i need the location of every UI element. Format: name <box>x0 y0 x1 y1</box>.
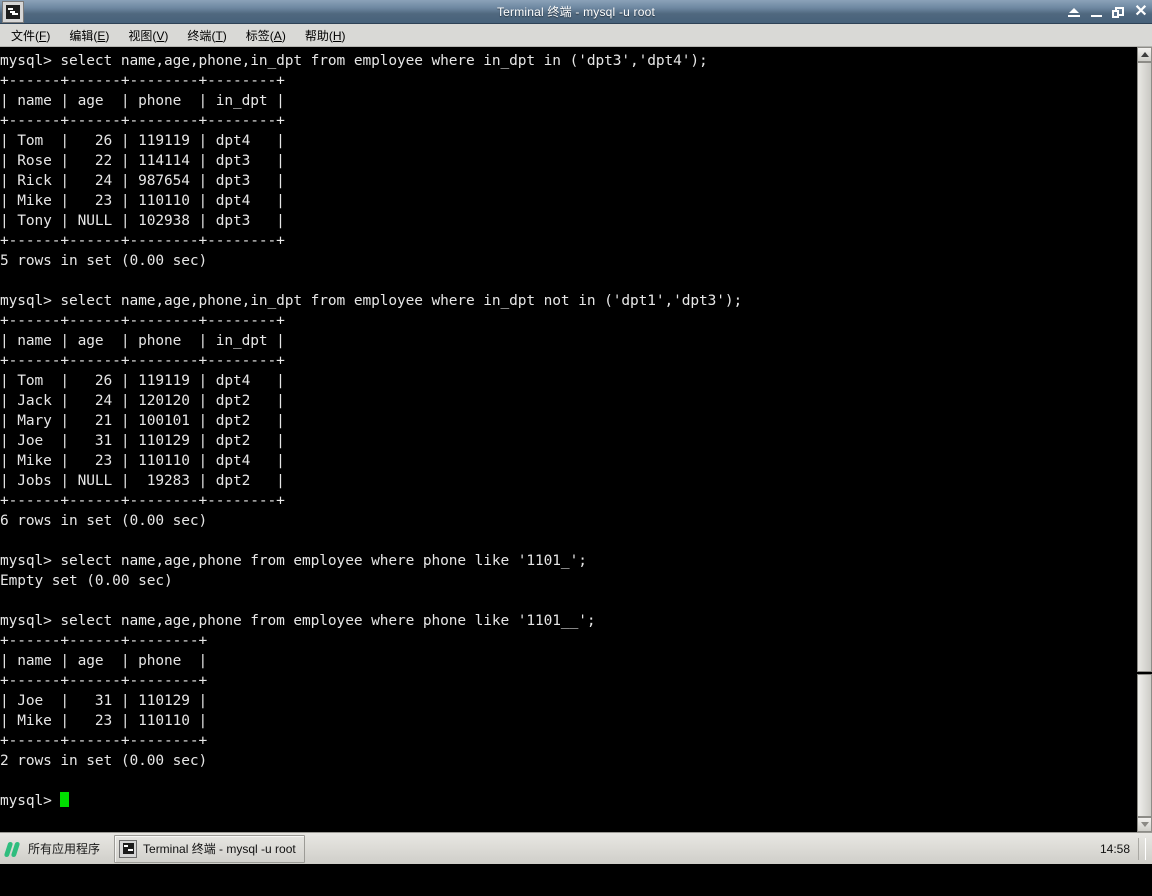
all-applications-button[interactable]: 所有应用程序 <box>0 835 108 863</box>
menu-help-label: 帮助 <box>304 28 329 43</box>
terminal-line: | name | age | phone | <box>0 653 208 669</box>
menu-edit[interactable]: 编辑(E) <box>61 25 117 46</box>
terminal-line: | Joe | 31 | 110129 | dpt2 | <box>0 433 285 449</box>
terminal-line: +------+------+--------+--------+ <box>0 313 285 329</box>
desktop-bottom-strip <box>0 864 1152 896</box>
window-controls: ✕ <box>1068 0 1148 24</box>
desktop: Terminal 终端 - mysql -u root ✕ 文件(F) 编辑(E… <box>0 0 1152 896</box>
terminal-line: | Mike | 23 | 110110 | <box>0 713 208 729</box>
menu-file-label: 文件 <box>11 28 36 43</box>
scrollbar-track-upper[interactable] <box>1137 62 1152 672</box>
terminal-line: | Mike | 23 | 110110 | dpt4 | <box>0 453 285 469</box>
shade-button[interactable] <box>1068 4 1081 20</box>
all-applications-label: 所有应用程序 <box>28 842 101 856</box>
menubar: 文件(F) 编辑(E) 视图(V) 终端(T) 标签(A) 帮助(H) <box>0 24 1152 47</box>
terminal-line: | Jack | 24 | 120120 | dpt2 | <box>0 393 285 409</box>
terminal-line: +------+------+--------+ <box>0 673 208 689</box>
menu-view-label: 视图 <box>128 28 153 43</box>
terminal-prompt-line: mysql> <box>0 791 742 811</box>
scroll-down-icon[interactable] <box>1137 817 1152 832</box>
maximize-button[interactable] <box>1112 4 1125 20</box>
terminal-icon <box>119 839 138 858</box>
taskbar-window-label: Terminal 终端 - mysql -u root <box>143 842 296 856</box>
terminal-scrollbar[interactable] <box>1136 47 1152 832</box>
terminal-line: +------+------+--------+--------+ <box>0 233 285 249</box>
terminal-line: +------+------+--------+--------+ <box>0 113 285 129</box>
menu-tabs[interactable]: 标签(A) <box>238 25 294 46</box>
terminal-line: | Tony | NULL | 102938 | dpt3 | <box>0 213 285 229</box>
system-tray: 14:58 <box>1100 833 1152 865</box>
terminal-cursor <box>60 792 69 807</box>
terminal-line: +------+------+--------+--------+ <box>0 493 285 509</box>
window-title: Terminal 终端 - mysql -u root <box>496 4 656 19</box>
terminal-line: +------+------+--------+--------+ <box>0 353 285 369</box>
menu-view-accel: V <box>156 28 165 43</box>
terminal-line: mysql> select name,age,phone,in_dpt from… <box>0 293 743 309</box>
close-icon[interactable]: ✕ <box>1134 4 1148 20</box>
menu-tabs-accel: A <box>273 28 282 43</box>
clock[interactable]: 14:58 <box>1100 842 1138 856</box>
terminal-line: +------+------+--------+ <box>0 733 208 749</box>
window-titlebar[interactable]: Terminal 终端 - mysql -u root ✕ <box>0 0 1152 24</box>
terminal-area: mysql> select name,age,phone,in_dpt from… <box>0 47 1152 832</box>
menu-edit-label: 编辑 <box>69 28 94 43</box>
menu-tabs-label: 标签 <box>245 28 270 43</box>
terminal-line: | Mary | 21 | 100101 | dpt2 | <box>0 413 285 429</box>
terminal-line: | name | age | phone | in_dpt | <box>0 93 285 109</box>
terminal-output: mysql> select name,age,phone,in_dpt from… <box>0 51 742 811</box>
menu-edit-accel: E <box>97 28 106 43</box>
menu-help-accel: H <box>332 28 342 43</box>
terminal-line: | name | age | phone | in_dpt | <box>0 333 285 349</box>
terminal-line: 6 rows in set (0.00 sec) <box>0 513 208 529</box>
terminal-line: | Rose | 22 | 114114 | dpt3 | <box>0 153 285 169</box>
terminal-line: | Tom | 26 | 119119 | dpt4 | <box>0 373 285 389</box>
terminal-line: | Joe | 31 | 110129 | <box>0 693 208 709</box>
menu-terminal[interactable]: 终端(T) <box>179 25 234 46</box>
terminal-screen[interactable]: mysql> select name,age,phone,in_dpt from… <box>0 47 1136 832</box>
minimize-button[interactable] <box>1090 4 1103 20</box>
menu-file[interactable]: 文件(F) <box>3 25 58 46</box>
taskbar-window-button[interactable]: Terminal 终端 - mysql -u root <box>114 834 305 863</box>
terminal-icon <box>2 0 24 23</box>
terminal-line: +------+------+--------+ <box>0 633 208 649</box>
applications-logo-icon <box>3 840 22 858</box>
taskbar: 所有应用程序 Terminal 终端 - mysql -u root 14:58 <box>0 832 1152 864</box>
terminal-line: 2 rows in set (0.00 sec) <box>0 753 208 769</box>
terminal-line: 5 rows in set (0.00 sec) <box>0 253 208 269</box>
menu-terminal-accel: T <box>215 28 223 43</box>
terminal-prompt: mysql> <box>0 793 61 809</box>
menu-help[interactable]: 帮助(H) <box>297 25 354 46</box>
terminal-line: mysql> select name,age,phone from employ… <box>0 613 596 629</box>
terminal-line: Empty set (0.00 sec) <box>0 573 173 589</box>
terminal-line: | Jobs | NULL | 19283 | dpt2 | <box>0 473 285 489</box>
menu-view[interactable]: 视图(V) <box>120 25 176 46</box>
terminal-line: | Rick | 24 | 987654 | dpt3 | <box>0 173 285 189</box>
terminal-line: +------+------+--------+--------+ <box>0 73 285 89</box>
scroll-up-icon[interactable] <box>1137 47 1152 62</box>
terminal-line: | Tom | 26 | 119119 | dpt4 | <box>0 133 285 149</box>
terminal-line: mysql> select name,age,phone from employ… <box>0 553 587 569</box>
menu-terminal-label: 终端 <box>187 28 212 43</box>
tray-grip <box>1138 837 1146 860</box>
scrollbar-thumb[interactable] <box>1137 674 1152 817</box>
terminal-line: | Mike | 23 | 110110 | dpt4 | <box>0 193 285 209</box>
terminal-line: mysql> select name,age,phone,in_dpt from… <box>0 53 708 69</box>
menu-file-accel: F <box>39 28 47 43</box>
